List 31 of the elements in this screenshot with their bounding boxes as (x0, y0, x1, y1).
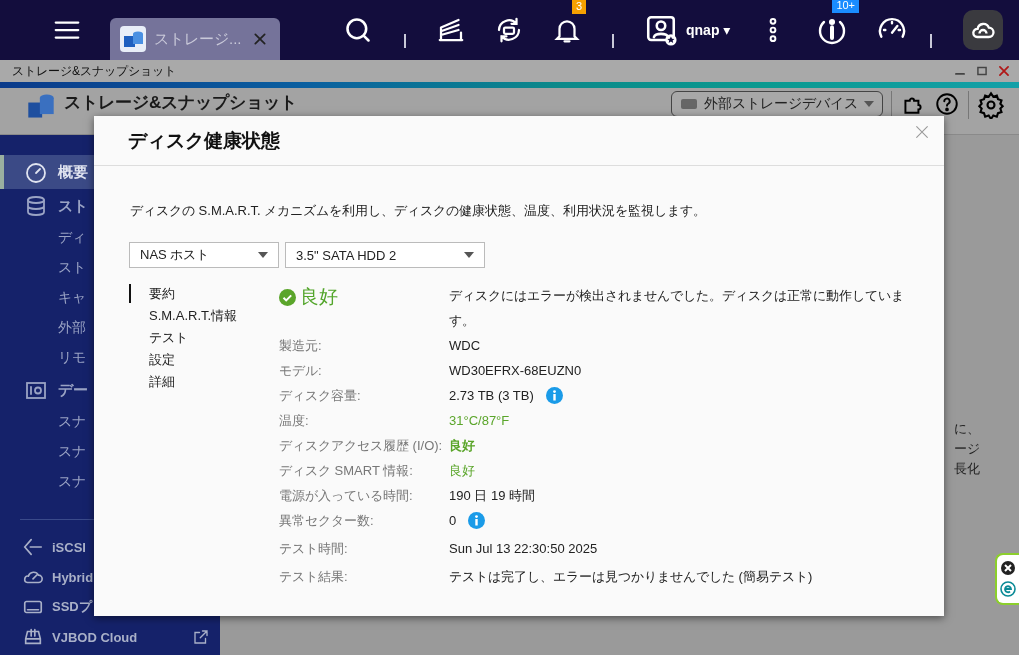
field-value: 31°C/87°F (449, 413, 510, 428)
dialog-description: ディスクの S.M.A.R.T. メカニズムを利用し、ディスクの健康状態、温度、利用状況を監視します。 (130, 202, 708, 220)
field-label: 異常セクター数: (279, 511, 375, 530)
field-label: ディスク容量: (279, 386, 362, 405)
window-title: ストレージ&スナップショット (12, 62, 177, 80)
field-value: 0 (449, 513, 457, 528)
status-message: ディスクにはエラーが検出されませんでした。ディスクは正常に動作しています。 (449, 287, 905, 330)
field-value: 2.73 TB (3 TB) (449, 388, 534, 403)
field-label: テスト結果: (279, 567, 349, 586)
field-label: 電源が入っている時間: (279, 486, 414, 505)
info-badge: 10+ (832, 0, 860, 13)
field-label: 温度: (279, 411, 310, 430)
field-label: 製造元: (279, 336, 323, 355)
field-label: モデル: (279, 361, 323, 380)
dialog-title: ディスク健康状態 (128, 128, 281, 153)
notification-badge: 3 (572, 0, 587, 14)
field-label: ディスク SMART 情報: (279, 461, 414, 480)
background-text: 長化 (954, 460, 980, 478)
field-label: テスト時間: (279, 539, 349, 558)
field-value: Sun Jul 13 22:30:50 2025 (449, 541, 598, 556)
field-value: WD30EFRX-68EUZN0 (449, 363, 582, 378)
field-value: 良好 (449, 436, 475, 455)
field-label: ディスクアクセス履歴 (I/O): (279, 436, 444, 455)
app-title: ストレージ&スナップショット (64, 93, 298, 113)
background-text: に、 (954, 420, 980, 438)
field-value: 190 日 19 時間 (449, 486, 535, 505)
background-text: ージ (954, 440, 980, 458)
field-value: WDC (449, 338, 481, 353)
field-value: テストは完了し、エラーは見つかりませんでした (簡易テスト) (449, 567, 813, 586)
health-status: 良好 (300, 285, 338, 309)
field-value: 良好 (449, 461, 475, 480)
